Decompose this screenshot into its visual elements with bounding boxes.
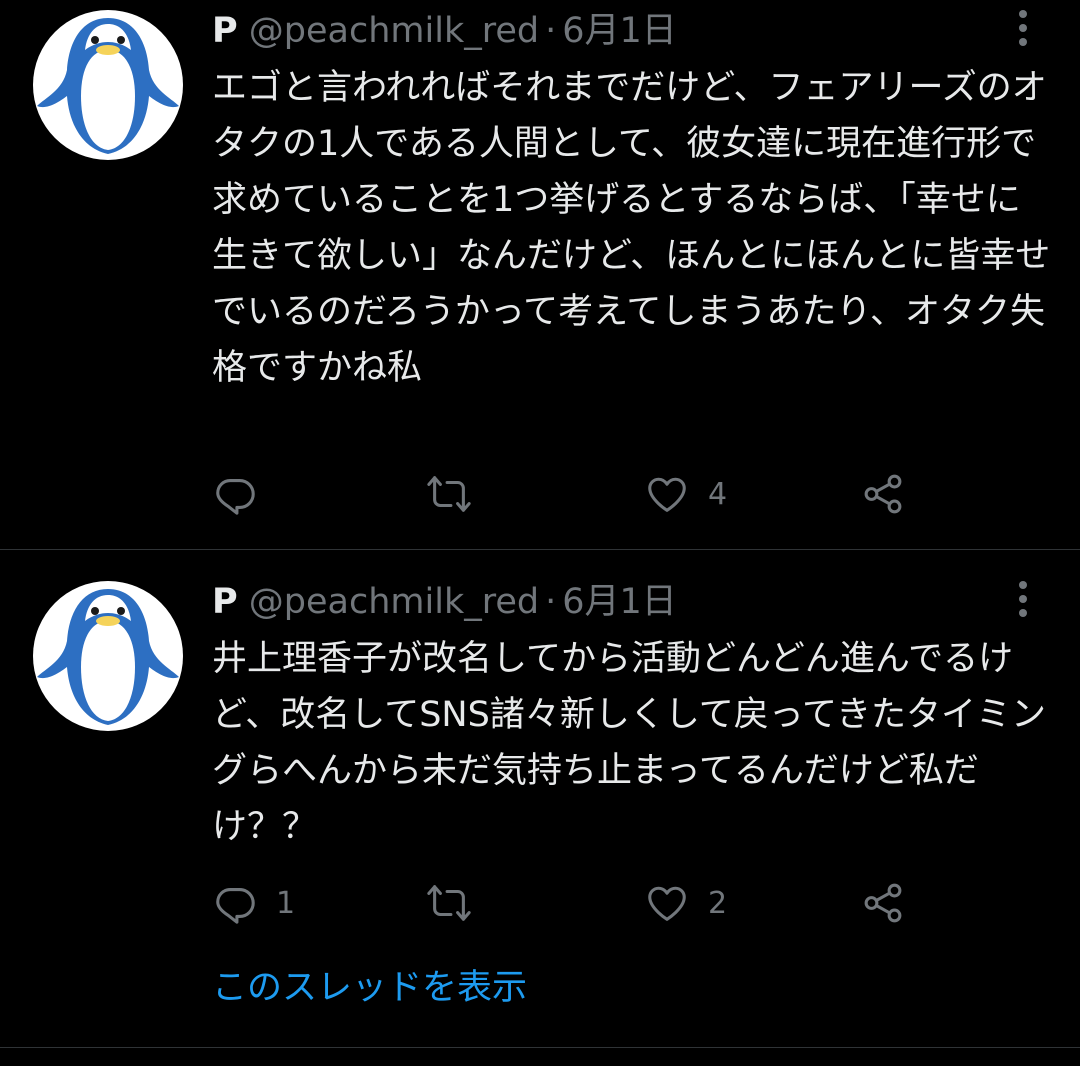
like-button[interactable]: 2 bbox=[644, 879, 727, 927]
reply-button[interactable]: 1 bbox=[212, 879, 295, 927]
avatar[interactable] bbox=[33, 581, 183, 731]
like-count: 4 bbox=[708, 476, 728, 512]
tweet[interactable]: P @peachmilk_red · 6月1日 井上理香子が改名してから活動どんどん… bbox=[0, 550, 1080, 1047]
penguin-avatar-icon bbox=[33, 581, 183, 731]
avatar[interactable] bbox=[33, 10, 183, 160]
share-icon bbox=[864, 883, 902, 923]
tweet-date[interactable]: 6月1日 bbox=[562, 582, 677, 622]
tweet-text: エゴと言われればそれまでだけど、フェアリーズのオタクの1人である人間として、彼女… bbox=[212, 68, 1051, 388]
action-bar: 1 2 bbox=[212, 879, 932, 927]
separator: · bbox=[545, 582, 557, 622]
retweet-button[interactable] bbox=[426, 879, 490, 927]
reply-icon bbox=[216, 479, 255, 515]
more-options-button[interactable] bbox=[1008, 579, 1038, 619]
reply-count: 1 bbox=[276, 885, 296, 921]
share-button[interactable] bbox=[860, 470, 906, 518]
handle[interactable]: @peachmilk_red bbox=[249, 11, 539, 51]
handle[interactable]: @peachmilk_red bbox=[249, 582, 539, 622]
separator: · bbox=[545, 11, 557, 51]
more-options-button[interactable] bbox=[1008, 8, 1038, 48]
show-thread-link[interactable]: このスレッドを表示 bbox=[212, 965, 527, 1011]
retweet-icon bbox=[427, 885, 471, 921]
vertical-dots-icon bbox=[1019, 10, 1027, 46]
share-button[interactable] bbox=[860, 879, 906, 927]
action-bar: 4 bbox=[212, 470, 932, 518]
author-name[interactable]: P bbox=[212, 582, 238, 622]
share-icon bbox=[864, 474, 902, 514]
author-name[interactable]: P bbox=[212, 11, 238, 51]
retweet-icon bbox=[427, 476, 471, 512]
vertical-dots-icon bbox=[1019, 581, 1027, 617]
divider bbox=[0, 1047, 1080, 1048]
tweet-header: P @peachmilk_red · 6月1日 bbox=[212, 579, 677, 625]
retweet-button[interactable] bbox=[426, 470, 490, 518]
heart-icon bbox=[648, 886, 686, 921]
tweet-date[interactable]: 6月1日 bbox=[562, 11, 677, 51]
tweet-header: P @peachmilk_red · 6月1日 bbox=[212, 8, 677, 54]
reply-button[interactable] bbox=[212, 470, 276, 518]
penguin-avatar-icon bbox=[33, 10, 183, 160]
reply-icon bbox=[216, 888, 255, 924]
like-count: 2 bbox=[708, 885, 728, 921]
heart-icon bbox=[648, 477, 686, 512]
tweet-text: 井上理香子が改名してから活動どんどん進んでるけど、改名してSNS諸々新しくして戻… bbox=[212, 639, 1046, 847]
like-button[interactable]: 4 bbox=[644, 470, 727, 518]
tweet[interactable]: P @peachmilk_red · 6月1日 エゴと言われればそれまでだけど、フェ… bbox=[0, 0, 1080, 549]
